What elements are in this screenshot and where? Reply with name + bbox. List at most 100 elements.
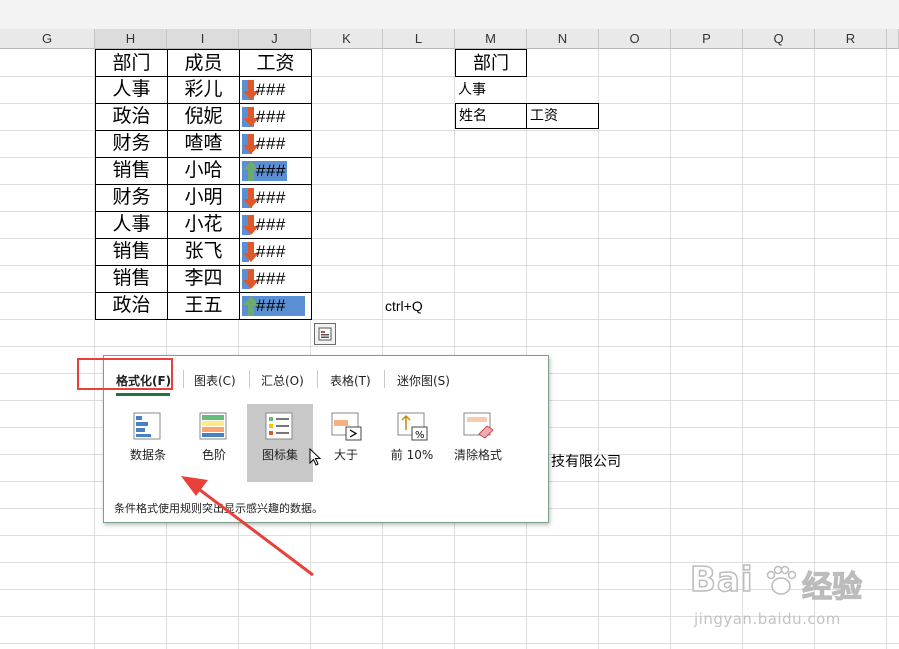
member-cell[interactable]: 小哈 bbox=[167, 157, 240, 185]
option-top-10[interactable]: % 前 10% bbox=[379, 404, 445, 482]
salary-cell[interactable]: ### bbox=[239, 130, 312, 158]
salary-value: ### bbox=[256, 107, 286, 126]
dept-cell[interactable]: 人事 bbox=[95, 211, 168, 239]
option-data-bars[interactable]: 数据条 bbox=[115, 404, 181, 482]
clear-format-icon bbox=[463, 412, 494, 439]
column-header-l[interactable]: L bbox=[383, 29, 455, 49]
option-label: 前 10% bbox=[390, 448, 434, 462]
lookup-dept-header[interactable]: 部门 bbox=[455, 49, 527, 77]
watermark: Bai 经验 jingyan.baidu.com bbox=[689, 559, 895, 640]
svg-text:%: % bbox=[415, 430, 425, 441]
gridline-horizontal bbox=[0, 535, 899, 536]
lookup-name-label[interactable]: 姓名 bbox=[455, 103, 527, 129]
watermark-brand: 经验 bbox=[801, 569, 862, 605]
table-header-cell[interactable]: 工资 bbox=[239, 49, 312, 77]
dept-cell[interactable]: 人事 bbox=[95, 76, 168, 104]
color-scale-icon bbox=[199, 412, 227, 440]
tab-separator bbox=[384, 370, 385, 388]
dept-cell[interactable]: 政治 bbox=[95, 103, 168, 131]
salary-cell[interactable]: ### bbox=[239, 76, 312, 104]
member-cell[interactable]: 张飞 bbox=[167, 238, 240, 266]
salary-cell[interactable]: ### bbox=[239, 103, 312, 131]
column-header-m[interactable]: M bbox=[455, 29, 527, 49]
column-header-o[interactable]: O bbox=[599, 29, 671, 49]
salary-value: ### bbox=[256, 161, 286, 180]
column-header-k[interactable]: K bbox=[311, 29, 383, 49]
member-cell[interactable]: 喳喳 bbox=[167, 130, 240, 158]
dept-cell[interactable]: 销售 bbox=[95, 157, 168, 185]
greater-than-icon bbox=[331, 412, 362, 441]
table-header-cell[interactable]: 成员 bbox=[167, 49, 240, 77]
dept-cell[interactable]: 财务 bbox=[95, 184, 168, 212]
gridline-vertical bbox=[886, 49, 887, 649]
salary-value: ### bbox=[256, 134, 286, 153]
member-cell[interactable]: 彩儿 bbox=[167, 76, 240, 104]
salary-cell[interactable]: ### bbox=[239, 184, 312, 212]
dept-cell[interactable]: 销售 bbox=[95, 265, 168, 293]
member-cell[interactable]: 小明 bbox=[167, 184, 240, 212]
column-header-r[interactable]: R bbox=[815, 29, 887, 49]
gridline-vertical bbox=[526, 49, 527, 649]
table-header-cell[interactable]: 部门 bbox=[95, 49, 168, 77]
column-header-n[interactable]: N bbox=[527, 29, 599, 49]
paw-icon bbox=[766, 565, 797, 595]
member-cell[interactable]: 倪妮 bbox=[167, 103, 240, 131]
tab-separator bbox=[183, 370, 184, 388]
tab-totals[interactable]: 汇总(O) bbox=[261, 372, 304, 389]
tab-separator bbox=[249, 370, 250, 388]
salary-cell[interactable]: ### bbox=[239, 157, 312, 185]
column-header-j[interactable]: J bbox=[239, 29, 311, 49]
salary-cell[interactable]: ### bbox=[239, 265, 312, 293]
highlight-box bbox=[77, 358, 173, 390]
option-label: 数据条 bbox=[129, 448, 166, 462]
option-label: 图标集 bbox=[261, 448, 298, 462]
dept-cell[interactable]: 销售 bbox=[95, 238, 168, 266]
watermark-url: jingyan.baidu.com bbox=[694, 610, 841, 628]
gridline-horizontal bbox=[0, 346, 899, 347]
member-cell[interactable]: 李四 bbox=[167, 265, 240, 293]
salary-value: ### bbox=[256, 80, 286, 99]
option-label: 清除格式 bbox=[453, 448, 502, 462]
gridline-vertical bbox=[742, 49, 743, 649]
company-text[interactable]: 技有限公司 bbox=[551, 450, 621, 474]
tab-sparklines[interactable]: 迷你图(S) bbox=[397, 372, 450, 389]
quick-analysis-button[interactable] bbox=[314, 323, 336, 345]
dept-cell[interactable]: 政治 bbox=[95, 292, 168, 320]
gridline-vertical bbox=[670, 49, 671, 649]
lookup-dept-value[interactable]: 人事 bbox=[458, 78, 518, 102]
toolbar-strip bbox=[0, 0, 899, 29]
option-clear-format[interactable]: 清除格式 bbox=[445, 404, 511, 482]
salary-value: ### bbox=[256, 296, 286, 315]
panel-description: 条件格式使用规则突出显示感兴趣的数据。 bbox=[114, 502, 323, 515]
salary-cell[interactable]: ### bbox=[239, 211, 312, 239]
salary-value: ### bbox=[256, 215, 286, 234]
shortcut-note[interactable]: ctrl+Q bbox=[385, 294, 423, 318]
tab-separator bbox=[317, 370, 318, 388]
option-icon-sets[interactable]: 图标集 bbox=[247, 404, 322, 482]
top-10-icon: % bbox=[397, 412, 428, 441]
salary-value: ### bbox=[256, 188, 286, 207]
dept-cell[interactable]: 财务 bbox=[95, 130, 168, 158]
gridline-vertical bbox=[814, 49, 815, 649]
tab-charts[interactable]: 图表(C) bbox=[194, 372, 236, 389]
column-header-g[interactable]: G bbox=[0, 29, 95, 49]
column-header-filler bbox=[887, 29, 899, 49]
gridline-vertical bbox=[454, 49, 455, 649]
salary-cell[interactable]: ### bbox=[239, 292, 312, 320]
member-cell[interactable]: 王五 bbox=[167, 292, 240, 320]
option-label: 色阶 bbox=[201, 448, 226, 462]
salary-cell[interactable]: ### bbox=[239, 238, 312, 266]
watermark-main: Bai bbox=[689, 559, 754, 601]
tab-tables[interactable]: 表格(T) bbox=[330, 372, 371, 389]
lookup-salary-label[interactable]: 工资 bbox=[526, 103, 599, 129]
salary-value: ### bbox=[256, 242, 286, 261]
column-header-h[interactable]: H bbox=[95, 29, 167, 49]
member-cell[interactable]: 小花 bbox=[167, 211, 240, 239]
column-header-p[interactable]: P bbox=[671, 29, 743, 49]
column-header-i[interactable]: I bbox=[167, 29, 239, 49]
option-color-scale[interactable]: 色阶 bbox=[181, 404, 247, 482]
option-greater-than[interactable]: 大于 bbox=[313, 404, 379, 482]
salary-value: ### bbox=[256, 269, 286, 288]
column-header-q[interactable]: Q bbox=[743, 29, 815, 49]
quick-analysis-icon bbox=[318, 327, 332, 341]
